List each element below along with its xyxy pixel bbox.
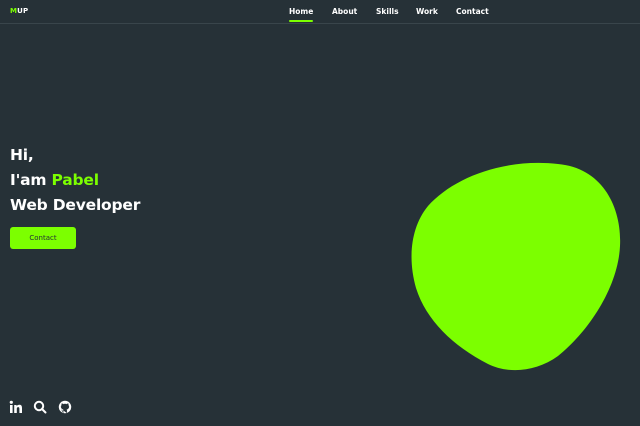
site-logo[interactable]: MUP: [10, 7, 28, 16]
nav-work[interactable]: Work: [416, 7, 438, 17]
hero-greeting: Hi,: [10, 146, 34, 164]
hero-name: Pabel: [51, 171, 100, 189]
linkedin-icon[interactable]: [9, 400, 23, 414]
hero-role: Web Developer: [10, 196, 141, 214]
nav-about[interactable]: About: [332, 7, 357, 17]
hero-intro-prefix: I'am: [10, 171, 52, 189]
contact-button[interactable]: Contact: [10, 227, 76, 249]
blob-path: [411, 162, 621, 371]
nav-contact[interactable]: Contact: [456, 7, 489, 17]
hero-heading: Hi, I'am Pabel Web Developer: [10, 143, 140, 218]
hero-intro: I'am Pabel: [10, 168, 140, 193]
github-icon[interactable]: [58, 400, 72, 414]
hero-blob-shape: [411, 162, 621, 371]
page: MUP Home About Skills Work Contact Hi, I…: [0, 0, 640, 426]
nav-skills[interactable]: Skills: [376, 7, 399, 17]
logo-text: UP: [17, 7, 29, 15]
nav-home[interactable]: Home: [289, 7, 314, 22]
site-header: MUP Home About Skills Work Contact: [0, 0, 640, 24]
search-icon[interactable]: [33, 400, 47, 414]
